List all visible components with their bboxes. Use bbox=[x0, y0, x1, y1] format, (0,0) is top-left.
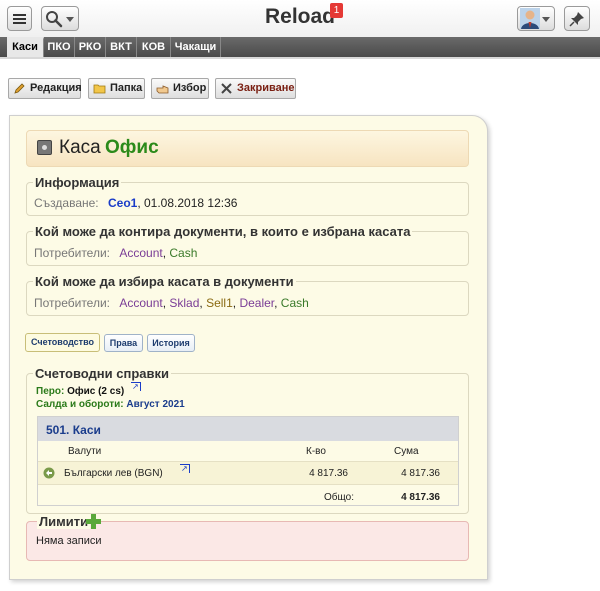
pointing-hand-icon bbox=[156, 85, 169, 94]
col-header-amount: Сума bbox=[394, 446, 419, 457]
currency-amount: 4 817.36 bbox=[401, 468, 440, 479]
pero-row: Перо: Офис (2 cs) bbox=[36, 386, 124, 397]
tab-rko[interactable]: РКО bbox=[75, 37, 106, 57]
table-row: Български лев (BGN) ↗ 4 817.36 4 817.36 bbox=[38, 461, 458, 485]
folder-button-label: Папка bbox=[110, 82, 143, 94]
tab-vkt[interactable]: ВКТ bbox=[106, 37, 137, 57]
folder-icon bbox=[93, 84, 106, 94]
col-header-currency: Валути bbox=[68, 446, 102, 457]
pero-label: Перо: bbox=[36, 386, 65, 397]
folder-button[interactable]: Папка bbox=[88, 78, 145, 99]
pin-button[interactable] bbox=[564, 6, 590, 31]
selecting-users-label: Потребители: bbox=[34, 296, 110, 310]
close-button[interactable]: Закриване bbox=[215, 78, 296, 99]
add-limit-icon[interactable] bbox=[86, 514, 101, 529]
created-label: Създаване: bbox=[34, 196, 99, 210]
subtab-accounting[interactable]: Счетоводство bbox=[25, 333, 100, 352]
external-link-icon[interactable]: ↗ bbox=[131, 382, 141, 391]
user-link-sell1[interactable]: Sell1 bbox=[206, 296, 233, 310]
edit-button[interactable]: Редакция bbox=[8, 78, 82, 99]
user-link-dealer[interactable]: Dealer bbox=[239, 296, 274, 310]
record-type-label: Каса bbox=[59, 137, 101, 158]
chevron-down-icon bbox=[542, 17, 550, 22]
tab-kov[interactable]: КОВ bbox=[137, 37, 171, 57]
limits-legend: Лимити bbox=[37, 514, 91, 529]
tab-divider bbox=[0, 57, 600, 59]
selecting-users-row: Потребители: Account, Sklad, Sell1, Deal… bbox=[34, 296, 309, 310]
limits-empty-text: Няма записи bbox=[36, 535, 102, 547]
tab-kasi[interactable]: Каси bbox=[7, 37, 44, 57]
contiring-legend: Кой може да контира документи, в които е… bbox=[35, 224, 411, 239]
user-link-sklad[interactable]: Sklad bbox=[169, 296, 199, 310]
cash-register-icon bbox=[37, 140, 52, 155]
selecting-legend: Кой може да избира касата в документи bbox=[35, 274, 294, 289]
user-link-account[interactable]: Account bbox=[119, 246, 162, 260]
user-menu-button[interactable] bbox=[517, 6, 555, 31]
limits-section: Лимити Няма записи bbox=[26, 514, 469, 561]
col-header-qty: К-во bbox=[306, 446, 326, 457]
separator: , bbox=[274, 296, 281, 310]
balances-period[interactable]: Август 2021 bbox=[126, 399, 184, 410]
currency-name: Български лев (BGN) bbox=[64, 468, 163, 479]
table-total-row: Общо: 4 817.36 bbox=[38, 485, 458, 505]
balances-row: Салда и обороти: Август 2021 bbox=[36, 399, 185, 410]
pencil-icon bbox=[14, 83, 25, 94]
subtab-rights[interactable]: Права bbox=[104, 334, 143, 352]
account-table: 501. Каси Валути К-во Сума Български лев… bbox=[37, 416, 459, 506]
contiring-users-label: Потребители: bbox=[34, 246, 110, 260]
total-value: 4 817.36 bbox=[401, 492, 440, 503]
account-table-header: 501. Каси bbox=[38, 417, 458, 441]
app-title[interactable]: Reload bbox=[0, 5, 600, 29]
select-button-label: Избор bbox=[173, 82, 207, 94]
notification-badge[interactable]: 1 bbox=[330, 3, 343, 18]
close-button-label: Закриване bbox=[237, 82, 295, 94]
account-title-link[interactable]: 501. Каси bbox=[46, 423, 101, 437]
table-header-row: Валути К-во Сума bbox=[38, 441, 458, 461]
record-title-box: Каса Офис bbox=[26, 130, 469, 167]
total-label: Общо: bbox=[324, 492, 354, 503]
record-name: Офис bbox=[105, 137, 159, 158]
user-link-cash[interactable]: Cash bbox=[281, 296, 309, 310]
expand-row-icon[interactable] bbox=[43, 467, 55, 479]
external-link-icon[interactable]: ↗ bbox=[180, 464, 190, 473]
created-by-link[interactable]: Ceo1 bbox=[108, 196, 137, 210]
pero-value[interactable]: Офис (2 cs) bbox=[67, 386, 124, 397]
user-link-cash[interactable]: Cash bbox=[169, 246, 197, 260]
pin-icon bbox=[569, 12, 584, 27]
balances-label: Салда и обороти: bbox=[36, 399, 124, 410]
user-link-account[interactable]: Account bbox=[119, 296, 162, 310]
top-bar: Reload 1 bbox=[0, 0, 600, 37]
close-icon bbox=[221, 83, 232, 94]
tab-pko[interactable]: ПКО bbox=[44, 37, 75, 57]
created-at: , 01.08.2018 12:36 bbox=[137, 196, 238, 210]
edit-button-label: Редакция bbox=[30, 82, 82, 94]
accounting-legend: Счетоводни справки bbox=[35, 366, 169, 381]
created-row: Създаване: Ceo1, 01.08.2018 12:36 bbox=[34, 196, 237, 210]
info-legend: Информация bbox=[35, 175, 120, 190]
tab-bar: Каси ПКО РКО ВКТ КОВ Чакащи bbox=[0, 37, 600, 57]
contiring-users-row: Потребители: Account, Cash bbox=[34, 246, 197, 260]
subtab-history[interactable]: История bbox=[147, 334, 195, 352]
select-button[interactable]: Избор bbox=[151, 78, 209, 99]
currency-qty: 4 817.36 bbox=[309, 468, 348, 479]
tab-chakashti[interactable]: Чакащи bbox=[171, 37, 221, 57]
user-avatar-icon bbox=[520, 8, 540, 29]
